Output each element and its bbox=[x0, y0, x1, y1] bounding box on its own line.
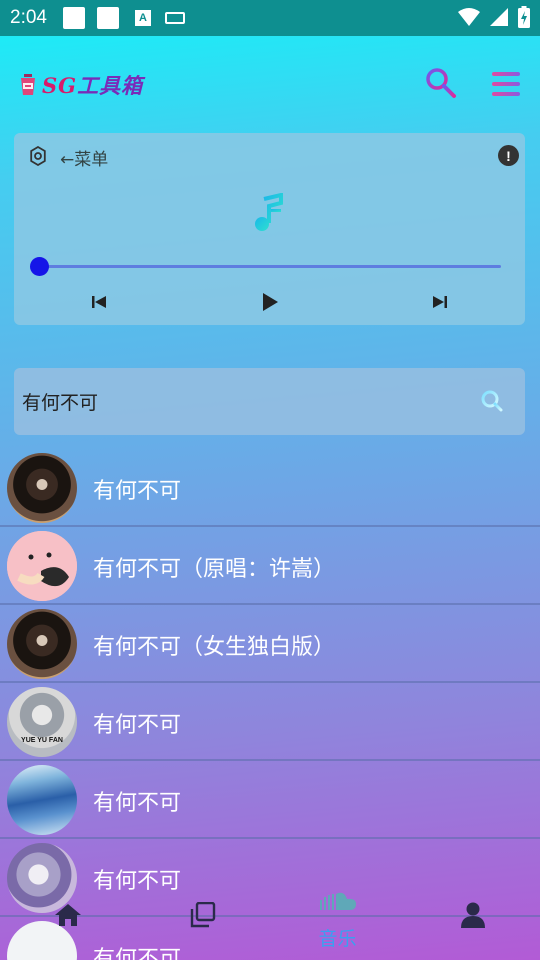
next-button[interactable] bbox=[428, 291, 452, 313]
song-list: 有何不可 有何不可（原唱：许嵩） 有何不可（女生独白版） YUE YU FAN … bbox=[0, 449, 540, 960]
song-title: 有何不可（女生独白版） bbox=[93, 635, 336, 660]
keyboard-icon bbox=[164, 12, 185, 24]
play-icon bbox=[263, 293, 278, 311]
gear-icon[interactable] bbox=[28, 146, 48, 166]
play-button[interactable] bbox=[258, 291, 282, 313]
notification-square-icon bbox=[62, 7, 85, 29]
menu-line bbox=[492, 92, 520, 96]
signal-icon bbox=[490, 8, 508, 26]
list-item[interactable]: 有何不可（女生独白版） bbox=[0, 605, 540, 683]
nav-home[interactable] bbox=[0, 888, 135, 960]
song-search-input[interactable] bbox=[14, 368, 474, 435]
notification-square-icon bbox=[96, 7, 119, 29]
menu-line bbox=[492, 72, 520, 76]
song-title: 有何不可 bbox=[93, 791, 182, 816]
copy-icon bbox=[190, 902, 215, 928]
search-icon[interactable] bbox=[480, 389, 504, 413]
nav-profile[interactable] bbox=[405, 888, 540, 960]
bottom-navigation: 音乐 bbox=[0, 888, 540, 960]
album-cover: YUE YU FAN bbox=[7, 687, 77, 757]
app-title: SG工具箱 bbox=[42, 73, 144, 98]
song-title: 有何不可 bbox=[93, 713, 182, 738]
hamburger-menu-icon[interactable] bbox=[492, 72, 520, 96]
song-title: 有何不可 bbox=[93, 479, 182, 504]
cup-icon bbox=[21, 74, 35, 95]
progress-thumb[interactable] bbox=[30, 257, 49, 276]
info-icon[interactable]: ! bbox=[498, 145, 519, 166]
a-icon: A bbox=[134, 10, 151, 26]
app-bar: SG工具箱 bbox=[0, 36, 540, 128]
song-search-box bbox=[14, 368, 525, 435]
list-item[interactable]: 有何不可 bbox=[0, 761, 540, 839]
soundcloud-icon bbox=[319, 892, 356, 910]
nav-music[interactable]: 音乐 bbox=[270, 888, 405, 960]
progress-track[interactable] bbox=[39, 265, 501, 268]
album-cover bbox=[7, 765, 77, 835]
app-logo: SG工具箱 bbox=[20, 70, 143, 100]
previous-icon bbox=[92, 296, 106, 308]
nav-music-label: 音乐 bbox=[318, 928, 357, 950]
previous-button[interactable] bbox=[87, 291, 111, 313]
nav-copy[interactable] bbox=[135, 888, 270, 960]
album-cover bbox=[7, 531, 77, 601]
album-cover bbox=[7, 609, 77, 679]
status-time: 2:04 bbox=[10, 7, 47, 28]
menu-line bbox=[492, 82, 520, 86]
player-card: ←菜单 ! bbox=[14, 133, 525, 325]
wifi-icon bbox=[458, 8, 480, 26]
next-icon bbox=[433, 296, 447, 308]
home-icon bbox=[54, 904, 81, 926]
album-cover bbox=[7, 453, 77, 523]
list-item[interactable]: 有何不可（原唱：许嵩） bbox=[0, 527, 540, 605]
cover-caption: YUE YU FAN bbox=[21, 737, 63, 744]
search-icon[interactable] bbox=[424, 66, 458, 100]
song-title: 有何不可（原唱：许嵩） bbox=[93, 557, 336, 582]
list-item[interactable]: YUE YU FAN 有何不可 bbox=[0, 683, 540, 761]
list-item[interactable]: 有何不可 bbox=[0, 449, 540, 527]
music-note-icon bbox=[255, 193, 283, 231]
status-bar: 2:04 A bbox=[0, 0, 540, 36]
cartoon-face bbox=[7, 531, 77, 601]
user-icon bbox=[460, 902, 485, 928]
player-menu-link[interactable]: ←菜单 bbox=[60, 145, 108, 170]
battery-charging-icon bbox=[518, 6, 530, 28]
